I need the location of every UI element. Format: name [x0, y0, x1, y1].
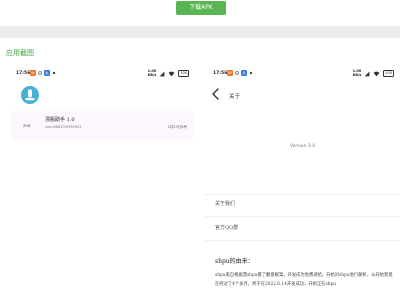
status-left-icons: ✉ 九 [227, 70, 253, 76]
list-item-title: 漂瓶助手 1.0 [45, 117, 75, 123]
intro-heading: shpu的由来： [215, 258, 254, 265]
app-screenshot-list: 17:56 ✉ 九 1.00 KB/s 100 ZHB 漂瓶助手 1.0 com… [8, 64, 195, 300]
list-item-date: 2月23日8号 [167, 125, 187, 129]
app-logo-glyph [25, 89, 35, 101]
app-screenshot-about: 17:56 ✉ 九 1.00 KB/s 100 关于 Version 3.0 关… [205, 64, 400, 300]
battery-icon: 100 [383, 70, 394, 77]
divider [205, 194, 400, 195]
menu-item-qq-group[interactable]: 官方QQ群 [215, 224, 238, 231]
screenshots-section-title: 应用截图 [6, 49, 34, 57]
network-speed-unit: KB/s [147, 72, 157, 77]
list-item-thumbnail: ZHB [23, 124, 31, 128]
list-item[interactable]: ZHB 漂瓶助手 1.0 com/96613/9990052 2月23日8号 [11, 111, 193, 141]
page-title: 关于 [229, 94, 241, 100]
notification-badge-icon: ✉ [227, 70, 233, 76]
app-version: Version 3.0 [289, 144, 316, 149]
wifi-icon [168, 71, 175, 76]
battery-icon: 100 [178, 70, 189, 77]
network-speed-unit: KB/s [352, 72, 362, 77]
notification-badge-icon: ✉ [30, 70, 36, 76]
app-badge-icon: 九 [241, 70, 247, 76]
app-badge-icon: 九 [44, 70, 50, 76]
menu-item-about-us[interactable]: 关于我们 [215, 200, 235, 207]
status-right-icons: 1.00 KB/s 100 [147, 69, 189, 77]
network-speed: 1.00 KB/s [352, 69, 362, 77]
divider [205, 240, 400, 241]
list-item-subtitle: com/96613/9990052 [45, 125, 82, 129]
back-arrow-icon[interactable] [211, 88, 221, 100]
signal-icon [159, 71, 165, 76]
wifi-icon [373, 71, 380, 76]
settings-icon [38, 71, 42, 75]
status-time: 17:56 [213, 71, 228, 76]
network-speed: 1.00 KB/s [147, 69, 157, 77]
dot-icon [249, 71, 253, 75]
dot-icon [52, 71, 56, 75]
settings-icon [235, 71, 239, 75]
signal-icon [364, 71, 370, 76]
section-divider-band [0, 26, 400, 38]
status-bar: 17:56 ✉ 九 1.00 KB/s 100 [8, 69, 195, 79]
intro-text: shpu来自根据漂shpu看了翻盘解案，开发成为免费递给，开始对shpu进行解析… [215, 273, 393, 287]
status-left-icons: ✉ 九 [30, 70, 56, 76]
app-logo-icon[interactable] [21, 86, 39, 104]
download-apk-button[interactable]: 下载APK [176, 1, 226, 15]
status-time: 17:56 [16, 71, 31, 76]
status-bar: 17:56 ✉ 九 1.00 KB/s 100 [205, 69, 400, 79]
status-right-icons: 1.00 KB/s 100 [352, 69, 394, 77]
divider [205, 216, 400, 217]
